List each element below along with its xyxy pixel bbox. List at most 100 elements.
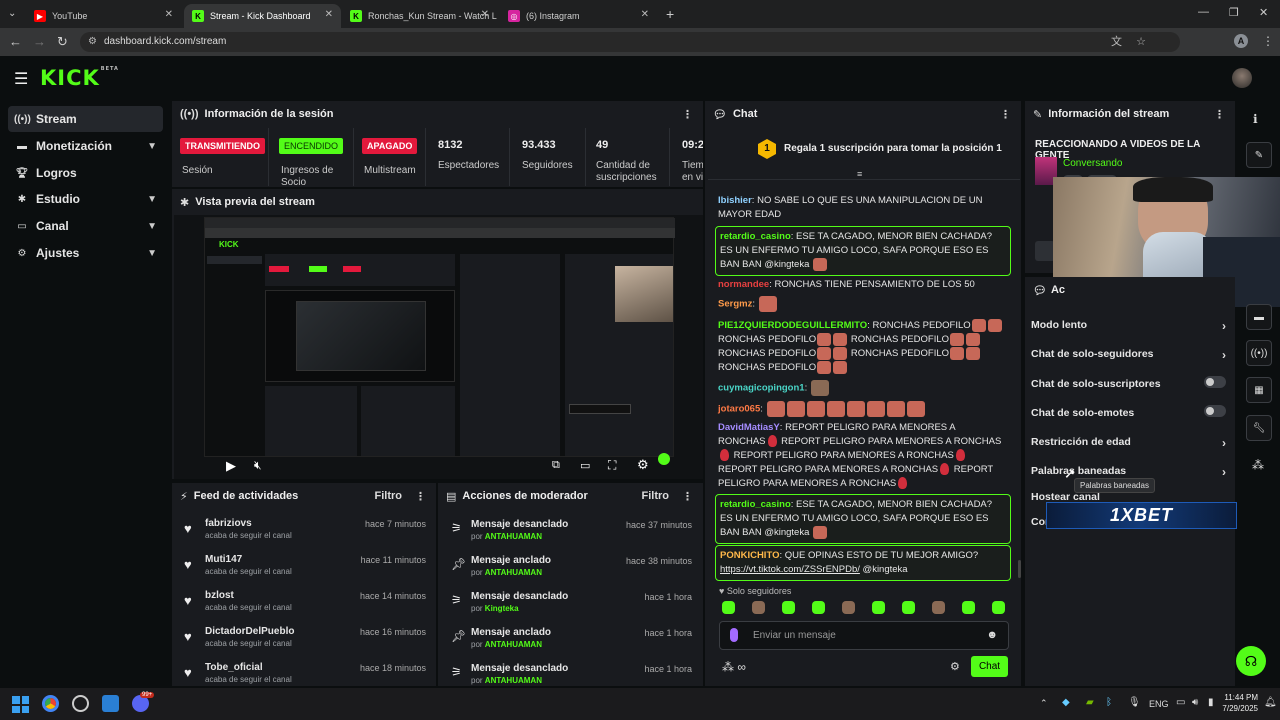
chat-settings-icon[interactable]: ⚙	[950, 660, 960, 673]
emote[interactable]	[722, 601, 735, 614]
kick-logo[interactable]: KICKBETA	[40, 66, 119, 90]
emote[interactable]	[962, 601, 975, 614]
obs-taskbar-icon[interactable]	[72, 695, 89, 712]
bookmark-star-icon[interactable]: ☆	[1136, 32, 1146, 52]
chat-message[interactable]: normandee: RONCHAS TIENE PENSAMIENTO DE …	[718, 278, 1008, 292]
emote[interactable]	[872, 601, 885, 614]
close-icon[interactable]: ✕	[165, 9, 173, 20]
list-item[interactable]: Mensaje anclado por ANTAHUAMAN	[471, 627, 551, 649]
windows-start-icon[interactable]	[12, 696, 29, 713]
list-item[interactable]: fabriziovs acaba de seguir el canal	[205, 518, 292, 540]
feed-filter-button[interactable]: Filtro	[375, 490, 403, 502]
broadcast-button[interactable]: ((•))	[1246, 340, 1272, 366]
chat-message-highlighted[interactable]: retardio_casino: ESE TA CAGADO, MENOR BI…	[715, 494, 1011, 545]
chat-message[interactable]: jotaro065:	[718, 401, 1008, 417]
tab-kick-stream[interactable]: K Ronchas_Kun Stream - Watch L ✕	[342, 4, 497, 28]
emote[interactable]	[842, 601, 855, 614]
language-indicator[interactable]: ENG	[1149, 699, 1169, 709]
action-item[interactable]: Restricción de edad ›	[1031, 436, 1226, 450]
list-item[interactable]: Tobe_oficial acaba de seguir el canal	[205, 662, 292, 684]
action-item[interactable]: Chat de solo-emotes	[1031, 405, 1226, 419]
list-item[interactable]: Muti147 acaba de seguir el canal	[205, 554, 292, 576]
emote[interactable]	[752, 601, 765, 614]
list-item[interactable]: DictadorDelPueblo acaba de seguir el can…	[205, 626, 294, 648]
clock[interactable]: 11:44 PM 7/29/2025	[1208, 692, 1258, 714]
edit-area[interactable]	[1035, 241, 1055, 261]
list-item[interactable]: Mensaje desanclado por ANTAHUAMAN	[471, 663, 568, 685]
mod-filter-button[interactable]: Filtro	[642, 490, 670, 502]
action-item[interactable]: Palabras baneadas ›	[1031, 465, 1226, 479]
list-item[interactable]: Mensaje anclado por ANTAHUAMAN	[471, 555, 551, 577]
send-chat-button[interactable]: Chat	[971, 656, 1008, 677]
more-options-icon[interactable]: ⋮	[415, 490, 426, 503]
microphone-icon[interactable]	[730, 628, 738, 642]
chat-button[interactable]: ▬	[1246, 304, 1272, 330]
back-icon[interactable]: ←	[9, 34, 22, 49]
notifications-icon[interactable]: 🔔︎	[1264, 697, 1277, 708]
emote[interactable]	[782, 601, 795, 614]
profile-avatar[interactable]: A	[1234, 34, 1248, 48]
mute-icon[interactable]: 🔇︎	[254, 458, 262, 473]
close-icon[interactable]: ✕	[641, 9, 649, 20]
tab-search-icon[interactable]: ⌄	[8, 8, 16, 19]
url-input[interactable]: ⚙ dashboard.kick.com/stream 文 ☆	[80, 32, 1180, 52]
channel-points-icon[interactable]: ⁂ ∞	[722, 660, 746, 674]
gift-sub-banner[interactable]: Regala 1 suscripción para tomar la posic…	[784, 143, 1002, 154]
hamburger-menu-icon[interactable]: ☰	[14, 69, 28, 89]
chat-input[interactable]: Enviar un mensaje ☻	[719, 621, 1009, 650]
tray-chevron-icon[interactable]: ⌃	[1040, 698, 1048, 709]
sidebar-item-estudio[interactable]: ✱ Estudio ▼	[8, 186, 163, 212]
list-item[interactable]: Mensaje desanclado por Kingteka	[471, 591, 568, 613]
chrome-taskbar-icon[interactable]	[42, 695, 59, 712]
sidebar-item-canal[interactable]: ▭ Canal ▼	[8, 213, 163, 239]
chat-link[interactable]: https://vt.tiktok.com/ZSSrENPDb/	[720, 564, 860, 575]
help-chat-button[interactable]: ☊	[1236, 646, 1266, 676]
sidebar-item-monetizacion[interactable]: ▬ Monetización ▼	[8, 133, 163, 159]
microphone-tray-icon[interactable]: 🎙︎	[1128, 697, 1141, 708]
maximize-icon[interactable]: ❐	[1229, 6, 1239, 19]
reload-icon[interactable]: ↻	[57, 34, 68, 50]
sidebar-item-logros[interactable]: 🏆︎ Logros	[8, 160, 163, 186]
action-item[interactable]: Chat de solo-suscriptores	[1031, 376, 1226, 390]
edit-pencil-button[interactable]: ✎	[1246, 142, 1272, 168]
list-item[interactable]: Mensaje desanclado por ANTAHUAMAN	[471, 519, 568, 541]
tab-instagram[interactable]: ◎ (6) Instagram ✕	[500, 4, 657, 28]
window-close-icon[interactable]: ✕	[1259, 6, 1268, 19]
fullscreen-icon[interactable]: ⛶	[608, 458, 616, 473]
info-icon[interactable]: ℹ	[1253, 112, 1258, 126]
chat-message[interactable]: Sergmz:	[718, 296, 1008, 312]
tab-kick-dashboard[interactable]: K Stream - Kick Dashboard ✕	[184, 4, 341, 28]
emote[interactable]	[992, 601, 1005, 614]
chat-message[interactable]: DavidMatiasY: REPORT PELIGRO PARA MENORE…	[718, 421, 1003, 491]
user-avatar[interactable]	[1232, 68, 1252, 88]
more-options-icon[interactable]: ⋮	[682, 490, 693, 503]
pip-icon[interactable]: ⧉	[552, 459, 560, 472]
layout-button[interactable]: ▦	[1246, 377, 1272, 403]
site-info-icon[interactable]: ⚙	[88, 32, 97, 52]
translate-icon[interactable]: 文	[1111, 32, 1122, 52]
category-name[interactable]: Conversando	[1063, 158, 1122, 169]
action-item[interactable]: Chat de solo-seguidores ›	[1031, 348, 1226, 362]
toggle-switch[interactable]	[1204, 405, 1226, 417]
filter-lines-icon[interactable]: ≡	[857, 169, 862, 179]
chat-scrollbar[interactable]	[1018, 560, 1021, 578]
list-item[interactable]: bzlost acaba de seguir el canal	[205, 590, 292, 612]
bluetooth-icon[interactable]: ᛒ	[1106, 697, 1112, 708]
forward-icon[interactable]: →	[33, 34, 46, 49]
sidebar-item-ajustes[interactable]: ⚙ Ajustes ▼	[8, 240, 163, 266]
chat-message[interactable]: PIE1ZQUIERDODEGUILLERMITO: RONCHAS PEDOF…	[718, 319, 1003, 375]
toggle-switch[interactable]	[1204, 376, 1226, 388]
tools-button[interactable]: 🔧︎	[1246, 415, 1272, 441]
new-tab-icon[interactable]: +	[666, 6, 674, 22]
more-options-icon[interactable]: ⋮	[1214, 108, 1225, 121]
tray-app-icon[interactable]: ◆	[1062, 697, 1070, 708]
tab-youtube[interactable]: ▶ YouTube ✕	[26, 4, 181, 28]
dots-cluster-icon[interactable]: ⁂	[1252, 458, 1264, 472]
browser-menu-icon[interactable]: ⋮	[1262, 34, 1274, 48]
network-icon[interactable]: ▭	[1176, 697, 1185, 708]
close-icon[interactable]: ✕	[481, 9, 489, 20]
minimize-icon[interactable]: —	[1198, 6, 1209, 18]
nvidia-icon[interactable]: ▰	[1086, 697, 1094, 708]
play-icon[interactable]: ▶	[226, 458, 236, 474]
chat-message[interactable]: Ibishier: NO SABE LO QUE ES UNA MANIPULA…	[718, 194, 1008, 222]
